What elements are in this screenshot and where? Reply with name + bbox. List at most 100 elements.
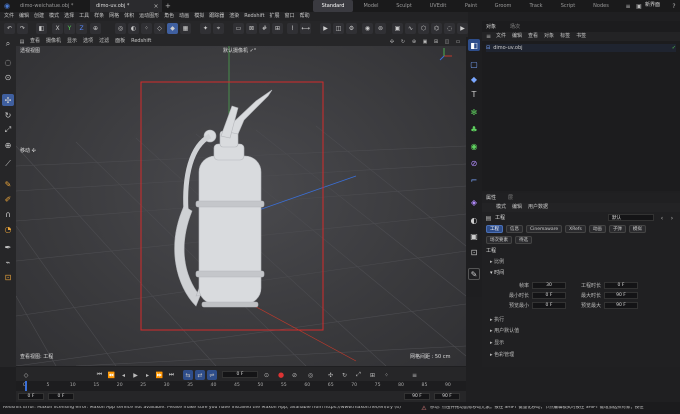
transform-tool-icon[interactable]: ⊕ <box>2 139 14 151</box>
render-view-icon[interactable]: ▶ <box>320 23 331 34</box>
tab-layers[interactable]: 层 <box>508 196 513 201</box>
attr-tab-simulation[interactable]: 模拟 <box>628 225 646 233</box>
key-pla-icon[interactable]: ⁘ <box>382 371 391 379</box>
grid-icon[interactable]: # <box>259 23 270 34</box>
visibility-check-icon[interactable]: ✓ <box>672 45 676 51</box>
object-menu-item-2[interactable]: 查看 <box>528 34 538 39</box>
viewport-menu-item-6[interactable]: Redshift <box>131 39 151 44</box>
symmetry-icon[interactable]: ⟷ <box>300 23 311 34</box>
record-icon[interactable]: ● <box>276 370 286 380</box>
lock-workplane-icon[interactable]: ⊠ <box>246 23 257 34</box>
effector-icon[interactable]: ◉ <box>468 140 480 152</box>
camera-label[interactable]: 默认摄像机 ✓° <box>223 49 256 54</box>
cube-primitive-icon[interactable]: ▣ <box>392 23 403 34</box>
warning-icon[interactable]: ⚠ <box>420 404 428 412</box>
menu-item-18[interactable]: 帮助 <box>300 14 310 19</box>
next-frame-icon[interactable]: ▸ <box>143 371 152 379</box>
nav-layout-icon[interactable]: ⊞ <box>432 38 440 45</box>
nav-maximize-icon[interactable]: ▭ <box>454 38 462 45</box>
object-menu-item-3[interactable]: 对象 <box>544 34 554 39</box>
attribute-menu-item-2[interactable]: 用户数据 <box>528 205 548 210</box>
key-position-icon[interactable]: ✣ <box>326 371 335 379</box>
menu-item-4[interactable]: 选择 <box>64 14 74 19</box>
attribute-menu-item-1[interactable]: 编辑 <box>512 205 522 210</box>
nav-move-icon[interactable]: ✣ <box>388 38 396 45</box>
take-icon[interactable]: ⊡ <box>468 246 480 258</box>
menu-item-2[interactable]: 创建 <box>34 14 44 19</box>
viewport-menu-item-5[interactable]: 面板 <box>115 39 125 44</box>
end-frame-field[interactable]: 90 F <box>434 393 460 400</box>
layout-script[interactable]: Script <box>553 0 583 12</box>
pen-tool-icon[interactable]: ✎ <box>468 268 480 280</box>
menu-item-3[interactable]: 模式 <box>49 14 59 19</box>
layout-track[interactable]: Track <box>521 0 551 12</box>
playhead[interactable] <box>25 381 27 391</box>
redshift-render-view-icon[interactable]: ◉ <box>362 23 373 34</box>
attr-tab-cinemaware[interactable]: Cinemaware <box>526 225 563 233</box>
brush-icon[interactable]: ✎ <box>2 178 14 190</box>
menu-item-12[interactable]: 模拟 <box>194 14 204 19</box>
menu-item-6[interactable]: 样条 <box>94 14 104 19</box>
attr-tab-take-elements[interactable]: 场次要素 <box>486 236 512 244</box>
3d-viewport[interactable]: 透视视图 默认摄像机 ✓° 移动 ✣ 查看视图: 工程 网格间距 : 50 cm <box>16 46 466 366</box>
generator-icon[interactable]: ⬡ <box>418 23 429 34</box>
sculpt-icon[interactable]: ◔ <box>2 223 14 235</box>
record-settings-icon[interactable]: ⊙ <box>262 371 271 379</box>
cube-solid-icon[interactable]: ◆ <box>468 73 480 85</box>
project-time-field[interactable]: 0 F <box>604 281 638 289</box>
preset-select[interactable]: 默认 <box>608 214 654 221</box>
menu-item-9[interactable]: 运动图形 <box>139 14 159 19</box>
layout-paint[interactable]: Paint <box>457 0 485 12</box>
max-time-field[interactable]: 90 F <box>604 291 638 299</box>
texture-mode-icon[interactable]: ◐ <box>128 23 139 34</box>
goto-end-icon[interactable]: ⏭ <box>167 371 176 379</box>
select-icon[interactable]: ◌ <box>2 56 14 68</box>
points-mode-icon[interactable]: ⁘ <box>141 23 152 34</box>
pen-icon[interactable]: ✒ <box>2 241 14 253</box>
preview-min-field[interactable]: 0 F <box>532 301 566 309</box>
add-tab-button[interactable]: + <box>165 3 171 10</box>
layout-model[interactable]: Model <box>355 0 387 12</box>
layout-groom[interactable]: Groom <box>487 0 519 12</box>
group-color-management[interactable]: ▸ 色彩管理 <box>490 353 514 358</box>
coordinate-system-icon[interactable]: ⊕ <box>90 23 101 34</box>
layout-menu-icon[interactable]: ≡ <box>624 2 632 10</box>
viewport-menu-item-4[interactable]: 过滤 <box>99 39 109 44</box>
rotate-tool-icon[interactable]: ↻ <box>2 109 14 121</box>
key-scale-icon[interactable]: ⤢ <box>354 371 363 379</box>
nav-cam-icon[interactable]: ◫ <box>443 38 451 45</box>
deformer-icon[interactable]: ⌬ <box>431 23 442 34</box>
uv-mode-icon[interactable]: ▦ <box>180 23 191 34</box>
enable-snap-icon[interactable]: ⌖ <box>213 23 224 34</box>
viewport-menu-item-0[interactable]: 查看 <box>30 39 40 44</box>
search-icon[interactable]: ⌕ <box>2 38 14 50</box>
preview-range-icon[interactable]: ⇄ <box>195 370 205 380</box>
new-layout-icon[interactable]: ▣ <box>635 2 643 10</box>
object-menu-item-5[interactable]: 书签 <box>576 34 586 39</box>
key-selection-icon[interactable]: ◎ <box>306 371 315 379</box>
start-frame-field[interactable]: 0 F <box>18 393 44 400</box>
menu-item-15[interactable]: Redshift <box>244 14 264 19</box>
close-tab-icon[interactable]: × <box>152 2 160 10</box>
attr-tab-info[interactable]: 信息 <box>506 225 523 233</box>
play-icon[interactable]: ▶ <box>131 371 140 379</box>
attr-tab-animation[interactable]: 动画 <box>588 225 606 233</box>
next-key-icon[interactable]: ⏩ <box>155 371 164 379</box>
keyframe-icon[interactable]: ◇ <box>22 371 30 379</box>
preview-max-field[interactable]: 90 F <box>604 301 638 309</box>
object-menu-item-4[interactable]: 标签 <box>560 34 570 39</box>
goto-start-icon[interactable]: ⏮ <box>95 371 104 379</box>
object-manager-icon[interactable]: ◧ <box>468 39 480 51</box>
camera-icon[interactable]: ▶ <box>457 23 468 34</box>
group-scale[interactable]: ▸ 比例 <box>490 260 504 265</box>
nav-fit-icon[interactable]: ▣ <box>421 38 429 45</box>
viewport-menu-item-2[interactable]: 显示 <box>67 39 77 44</box>
workplane-icon[interactable]: ▭ <box>233 23 244 34</box>
paint-icon[interactable]: ✐ <box>2 193 14 205</box>
soft-selection-icon[interactable]: ⌇ <box>287 23 298 34</box>
tab-attributes[interactable]: 属性 <box>486 196 496 201</box>
viewport-options-icon[interactable]: ▤ <box>18 38 26 45</box>
render-settings-icon[interactable]: ◧ <box>36 23 47 34</box>
knife-tool-icon[interactable]: ⟋ <box>2 158 14 170</box>
axis-z-icon[interactable]: Z <box>76 23 87 34</box>
